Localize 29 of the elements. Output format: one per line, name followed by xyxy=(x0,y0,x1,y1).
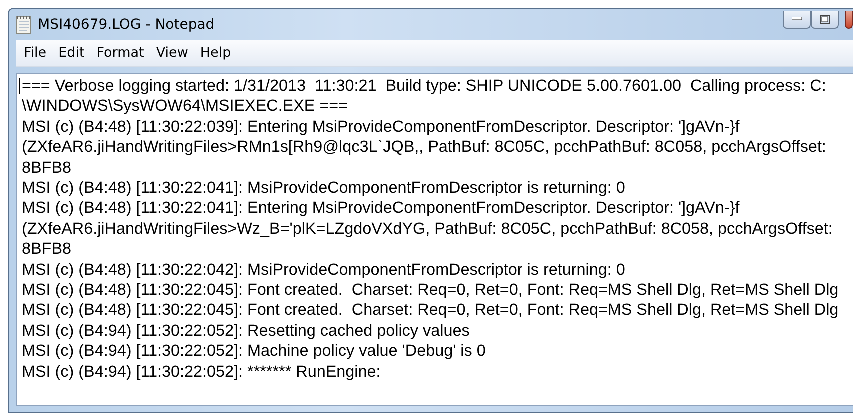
text-caret xyxy=(19,78,20,94)
log-line: MSI (c) (B4:48) [11:30:22:041]: Entering MsiProvideComponentFromDescriptor. Descriptor: ']gAVn-}f xyxy=(22,198,741,219)
log-line: (ZXfeAR6.jiHandWritingFiles>RMn1s[Rh9@lqc3L`JQB,, PathBuf: 8C05C, pcchPathBuf: 8C058, pcchArgsOffset: xyxy=(22,137,828,158)
menu-item[interactable]: View xyxy=(150,45,194,61)
maximize-icon xyxy=(820,14,830,24)
menu-item[interactable]: Help xyxy=(194,45,238,61)
log-line: 8BFB8 xyxy=(22,158,72,178)
log-line: MSI (c) (B4:94) [11:30:22:052]: ******* RunEngine: xyxy=(22,362,382,382)
close-button[interactable] xyxy=(845,10,853,28)
window-title: MSI40679.LOG - Notepad xyxy=(38,16,215,32)
text-area[interactable] xyxy=(16,73,853,406)
notepad-icon xyxy=(16,14,32,34)
log-line: MSI (c) (B4:48) [11:30:22:041]: MsiProvideComponentFromDescriptor is returning: 0 xyxy=(22,178,626,198)
log-line: (ZXfeAR6.jiHandWritingFiles>Wz_B='plK=LZgdoVXdYG, PathBuf: 8C05C, pcchPathBuf: 8C058, pcchArgsOffset: xyxy=(22,218,834,240)
log-line: MSI (c) (B4:48) [11:30:22:042]: MsiProvideComponentFromDescriptor is returning: 0 xyxy=(22,260,626,280)
log-line: MSI (c) (B4:48) [11:30:22:045]: Font created. Charset: Req=0, Ret=0, Font: Req=MS Shell Dlg, Ret=MS Shell Dlg xyxy=(22,300,840,321)
log-line: \WINDOWS\SysWOW64\MSIEXEC.EXE === xyxy=(22,96,350,117)
maximize-button[interactable] xyxy=(811,10,839,28)
minimize-button[interactable] xyxy=(783,10,811,28)
minimize-icon xyxy=(792,17,802,21)
menu-item[interactable]: File xyxy=(18,45,53,61)
log-line: 8BFB8 xyxy=(22,239,72,260)
menu-item[interactable]: Edit xyxy=(52,45,91,61)
log-line: === Verbose logging started: 1/31/2013 11:30:21 Build type: SHIP UNICODE 5.00.7601.00 Calling process: C: xyxy=(22,76,828,96)
log-line: MSI (c) (B4:94) [11:30:22:052]: Resetting cached policy values xyxy=(22,320,471,342)
menu-item[interactable]: Format xyxy=(90,45,150,61)
log-line: MSI (c) (B4:48) [11:30:22:045]: Font created. Charset: Req=0, Ret=0, Font: Req=MS Shell Dlg, Ret=MS Shell Dlg xyxy=(22,280,840,300)
log-line: MSI (c) (B4:48) [11:30:22:039]: Entering MsiProvideComponentFromDescriptor. Descriptor: ']gAVn-}f xyxy=(22,116,741,138)
log-line: MSI (c) (B4:94) [11:30:22:052]: Machine policy value 'Debug' is 0 xyxy=(22,341,487,362)
